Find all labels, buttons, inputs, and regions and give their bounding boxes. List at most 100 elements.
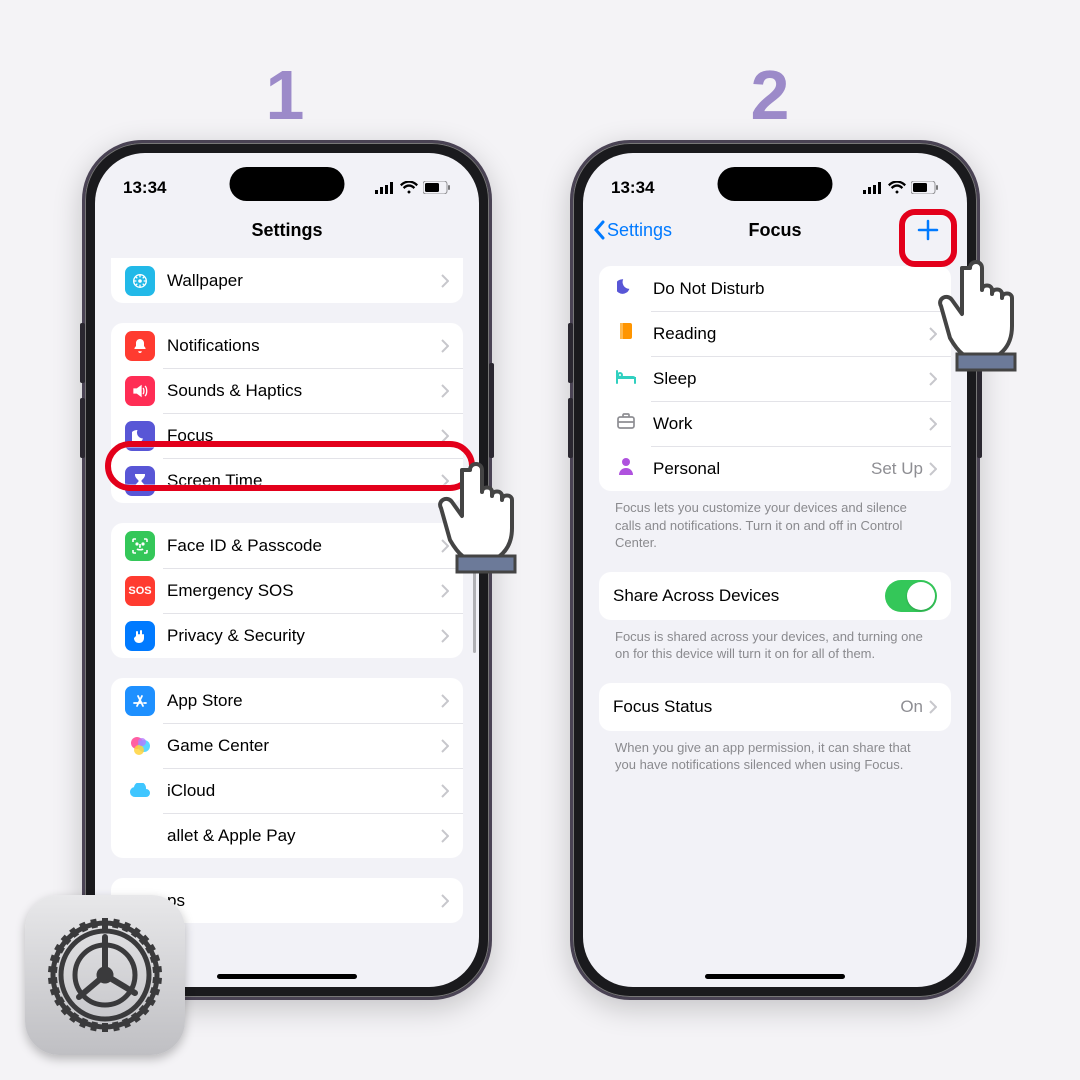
faceid-icon	[125, 531, 155, 561]
briefcase-icon	[613, 413, 639, 434]
row-label: ps	[167, 891, 441, 911]
row-wallpaper[interactable]: Wallpaper	[111, 258, 463, 303]
footer-text: When you give an app permission, it can …	[599, 731, 951, 774]
battery-icon	[911, 181, 939, 194]
chevron-icon	[441, 384, 449, 398]
footer-text: Focus is shared across your devices, and…	[599, 620, 951, 663]
back-label: Settings	[607, 220, 672, 241]
page-title: Settings	[251, 220, 322, 241]
home-indicator[interactable]	[217, 974, 357, 979]
add-button[interactable]	[909, 211, 947, 249]
row-faceid[interactable]: Face ID & Passcode	[111, 523, 463, 568]
row-privacy[interactable]: Privacy & Security	[111, 613, 463, 658]
cloud-icon	[125, 776, 155, 806]
row-label: Wallpaper	[167, 271, 441, 291]
status-group: Focus Status On	[599, 683, 951, 731]
settings-app-icon	[25, 895, 185, 1055]
chevron-icon	[441, 339, 449, 353]
speaker-icon	[125, 376, 155, 406]
plus-icon	[916, 218, 940, 242]
row-wallet[interactable]: allet & Apple Pay	[111, 813, 463, 858]
chevron-icon	[441, 829, 449, 843]
row-label: Emergency SOS	[167, 581, 441, 601]
back-button[interactable]: Settings	[593, 220, 672, 241]
chevron-icon	[441, 584, 449, 598]
tap-cursor-icon	[435, 450, 555, 585]
signal-icon	[375, 182, 395, 194]
row-appstore[interactable]: App Store	[111, 678, 463, 723]
row-label: Work	[653, 414, 929, 434]
chevron-left-icon	[593, 220, 605, 240]
hand-icon	[125, 621, 155, 651]
chevron-icon	[441, 739, 449, 753]
step-number-2: 2	[740, 55, 800, 135]
toggle-switch[interactable]	[885, 580, 937, 612]
row-dnd[interactable]: Do Not Disturb	[599, 266, 951, 311]
navbar-settings: Settings	[95, 208, 479, 252]
moon-icon	[613, 277, 639, 300]
appstore-icon	[125, 686, 155, 716]
row-label: allet & Apple Pay	[167, 826, 441, 846]
row-focus[interactable]: Focus	[111, 413, 463, 458]
tap-cursor-icon	[935, 248, 1055, 383]
row-label: iCloud	[167, 781, 441, 801]
book-icon	[613, 322, 639, 345]
row-focus-status[interactable]: Focus Status On	[599, 683, 951, 731]
person-icon	[613, 457, 639, 480]
footer-text: Focus lets you customize your devices an…	[599, 491, 951, 552]
bell-icon	[125, 331, 155, 361]
gear-icon	[45, 915, 165, 1035]
row-detail: Set Up	[871, 459, 923, 479]
moon-icon	[125, 421, 155, 451]
row-label: Focus	[167, 426, 441, 446]
row-work[interactable]: Work	[599, 401, 951, 446]
gamecenter-icon	[125, 731, 155, 761]
row-label: Sleep	[653, 369, 929, 389]
share-group: Share Across Devices	[599, 572, 951, 620]
row-sleep[interactable]: Sleep	[599, 356, 951, 401]
home-indicator[interactable]	[705, 974, 845, 979]
settings-group-display: Wallpaper	[111, 258, 463, 303]
row-gamecenter[interactable]: Game Center	[111, 723, 463, 768]
chevron-icon	[441, 274, 449, 288]
navbar-focus: Settings Focus	[583, 208, 967, 252]
row-share[interactable]: Share Across Devices	[599, 572, 951, 620]
chevron-icon	[441, 429, 449, 443]
status-time: 13:34	[123, 178, 166, 198]
step-number-1: 1	[255, 55, 315, 135]
phone-mockup-focus: 13:34 Settings Focus	[570, 140, 980, 1000]
chevron-icon	[441, 694, 449, 708]
row-notifications[interactable]: Notifications	[111, 323, 463, 368]
row-personal[interactable]: Personal Set Up	[599, 446, 951, 491]
status-time: 13:34	[611, 178, 654, 198]
hourglass-icon	[125, 466, 155, 496]
row-label: Game Center	[167, 736, 441, 756]
bed-icon	[613, 368, 639, 389]
row-icloud[interactable]: iCloud	[111, 768, 463, 813]
dynamic-island	[718, 167, 833, 201]
chevron-icon	[441, 894, 449, 908]
settings-group-store: App Store Game Center iCloud	[111, 678, 463, 858]
row-sounds[interactable]: Sounds & Haptics	[111, 368, 463, 413]
focus-modes-list: Do Not Disturb Reading Sleep	[599, 266, 951, 491]
page-title: Focus	[748, 220, 801, 241]
settings-group-security: Face ID & Passcode SOS Emergency SOS Pri…	[111, 523, 463, 658]
row-label: Do Not Disturb	[653, 279, 937, 299]
row-label: Privacy & Security	[167, 626, 441, 646]
phone-mockup-settings: 13:34 Settings Wallpaper	[82, 140, 492, 1000]
wifi-icon	[888, 181, 906, 194]
wallpaper-icon	[125, 266, 155, 296]
row-reading[interactable]: Reading	[599, 311, 951, 356]
chevron-icon	[929, 462, 937, 476]
signal-icon	[863, 182, 883, 194]
row-sos[interactable]: SOS Emergency SOS	[111, 568, 463, 613]
row-label: Reading	[653, 324, 929, 344]
row-label: Focus Status	[613, 697, 900, 717]
row-label: App Store	[167, 691, 441, 711]
row-screentime[interactable]: Screen Time	[111, 458, 463, 503]
battery-icon	[423, 181, 451, 194]
chevron-icon	[929, 417, 937, 431]
chevron-icon	[929, 700, 937, 714]
chevron-icon	[441, 784, 449, 798]
row-label: Sounds & Haptics	[167, 381, 441, 401]
